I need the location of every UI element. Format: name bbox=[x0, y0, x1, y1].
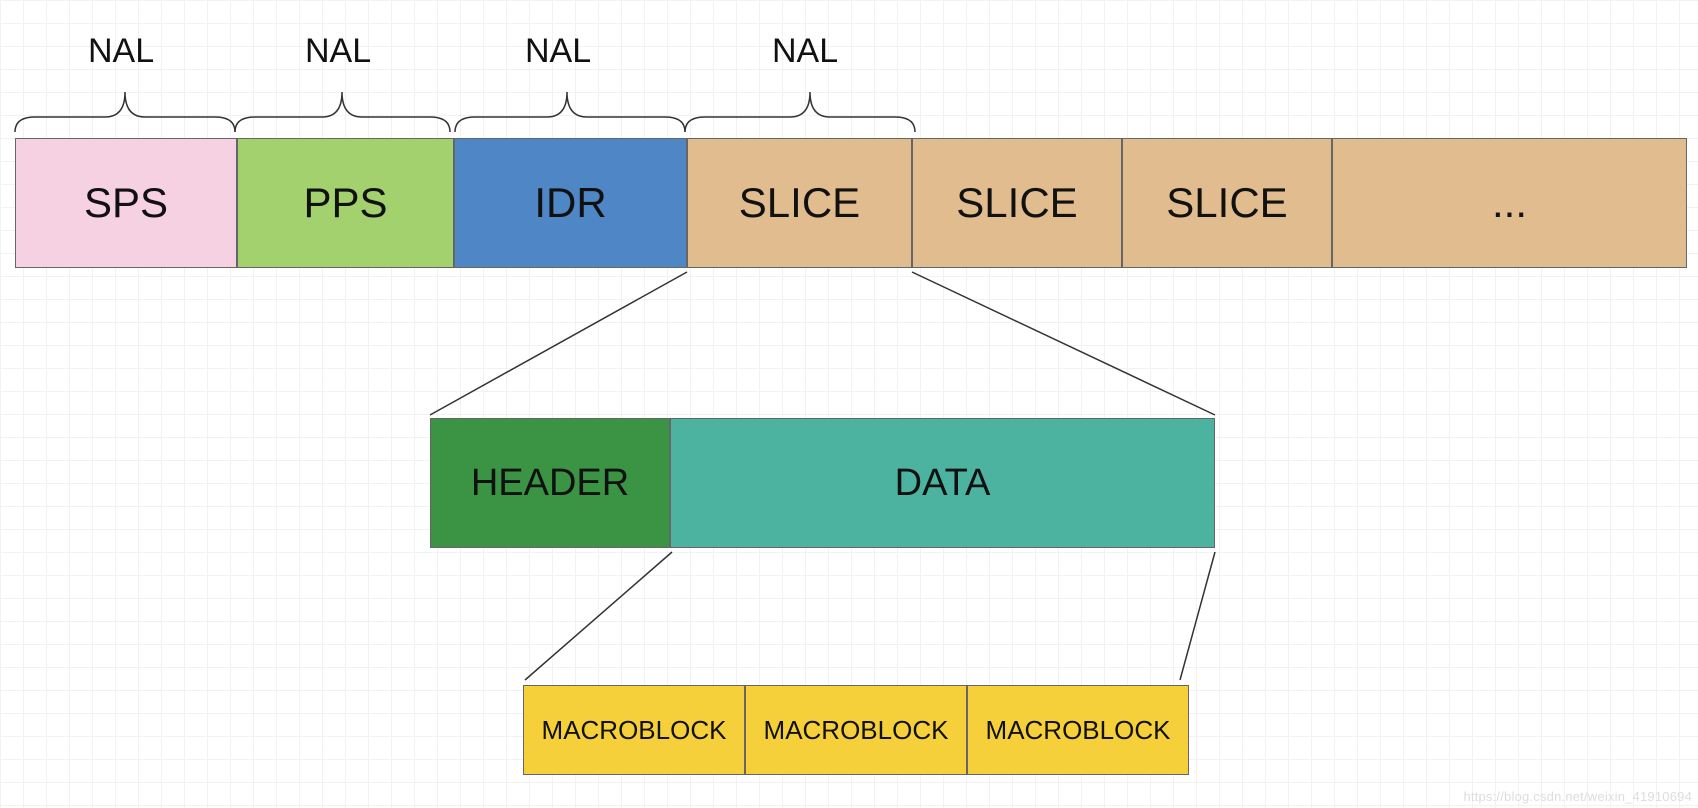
block-slice-3: SLICE bbox=[1122, 138, 1332, 268]
block-pps: PPS bbox=[237, 138, 454, 268]
nal-label-1: NAL bbox=[88, 32, 154, 71]
nal-braces bbox=[15, 72, 925, 137]
block-idr: IDR bbox=[454, 138, 687, 268]
block-more: ... bbox=[1332, 138, 1687, 268]
block-slice-1: SLICE bbox=[687, 138, 912, 268]
diagram-canvas: NAL NAL NAL NAL SPS PPS IDR SLICE SLICE … bbox=[0, 0, 1698, 808]
nal-label-3: NAL bbox=[525, 32, 591, 71]
block-data: DATA bbox=[670, 418, 1215, 548]
block-macroblock-1: MACROBLOCK bbox=[523, 685, 745, 775]
block-macroblock-2: MACROBLOCK bbox=[745, 685, 967, 775]
nal-label-2: NAL bbox=[305, 32, 371, 71]
block-sps: SPS bbox=[15, 138, 237, 268]
block-slice-2: SLICE bbox=[912, 138, 1122, 268]
block-macroblock-3: MACROBLOCK bbox=[967, 685, 1189, 775]
nal-label-4: NAL bbox=[772, 32, 838, 71]
block-header: HEADER bbox=[430, 418, 670, 548]
watermark: https://blog.csdn.net/weixin_41910694 bbox=[1463, 789, 1692, 804]
